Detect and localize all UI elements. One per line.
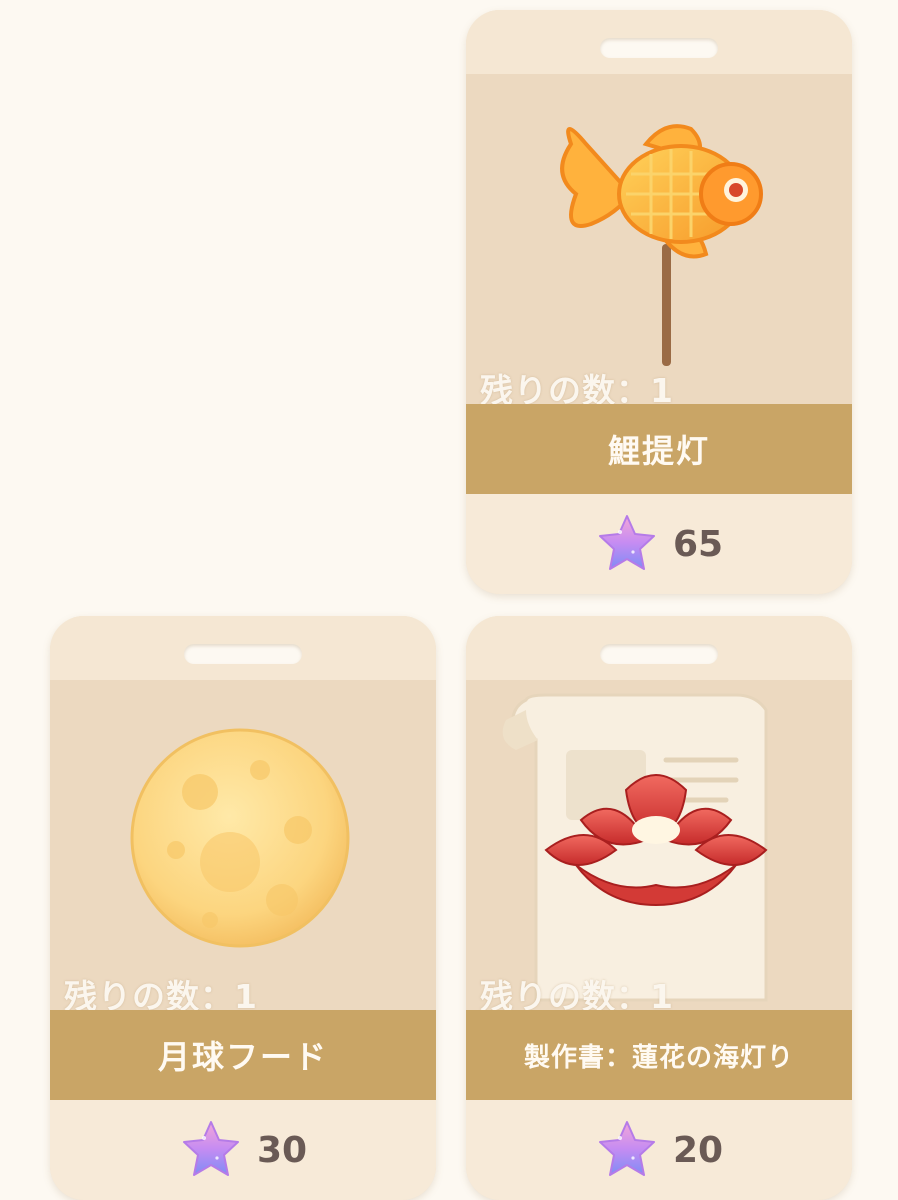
card-hanger-slot (184, 644, 302, 664)
shop-item-card-lotus-lamp-recipe[interactable]: 残りの数：1 製作書：蓮花の海灯り 20 (466, 616, 852, 1200)
item-name-band: 月球フード (50, 1010, 436, 1100)
shop-item-card-goldfish-lantern[interactable]: 残りの数：1 鯉提灯 65 (466, 10, 852, 594)
price-area: 20 (466, 1100, 852, 1200)
star-icon (598, 515, 655, 570)
item-image-area (466, 74, 852, 404)
star-icon (598, 1121, 655, 1176)
lotus-lamp-recipe-icon (502, 693, 768, 1002)
card-hanger-slot (600, 644, 718, 664)
item-price: 65 (672, 523, 724, 565)
moon-food-icon (130, 728, 350, 948)
item-name: 製作書：蓮花の海灯り (523, 1042, 794, 1073)
item-price: 20 (672, 1129, 724, 1171)
shop-item-card-moon-food[interactable]: 残りの数：1 月球フード 30 (50, 616, 436, 1200)
item-price: 30 (256, 1129, 308, 1171)
goldfish-lantern-icon (560, 124, 763, 366)
price-area: 30 (50, 1100, 436, 1200)
card-hanger-slot (600, 38, 718, 58)
item-name: 月球フード (157, 1038, 328, 1076)
item-image-area (50, 680, 436, 1010)
item-image-area (466, 680, 852, 1010)
star-icon (182, 1121, 239, 1176)
item-name: 鯉提灯 (607, 432, 710, 470)
price-area: 65 (466, 494, 852, 594)
item-name-band: 鯉提灯 (466, 404, 852, 494)
item-name-band: 製作書：蓮花の海灯り (466, 1010, 852, 1100)
